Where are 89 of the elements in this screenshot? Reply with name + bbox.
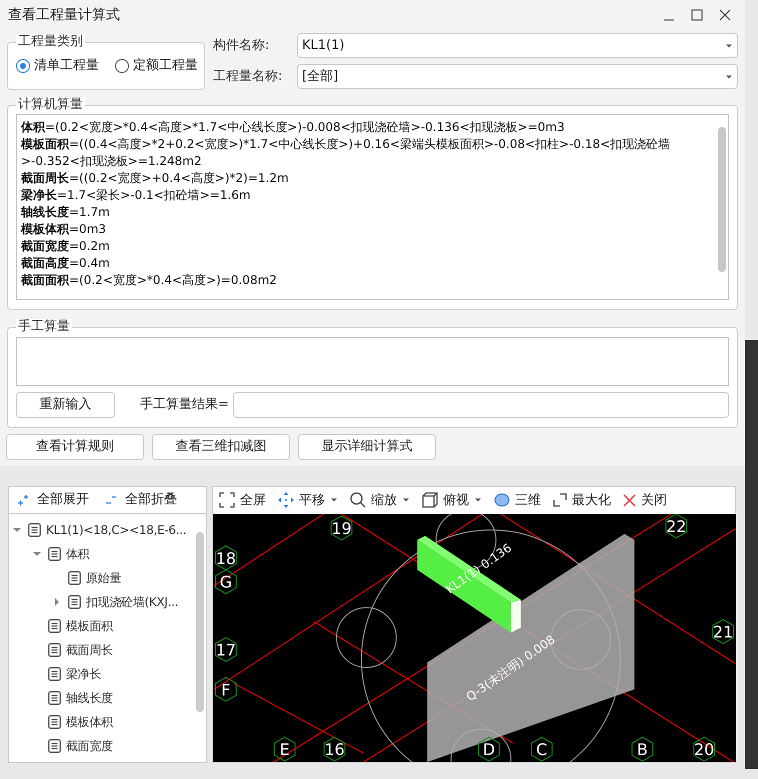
document-icon [28,523,41,537]
manual-input-box[interactable] [16,337,729,386]
toolbar-button[interactable]: 俯视 [422,490,482,510]
group-title: 手工算量 [16,319,72,335]
axis-marker: D [478,736,500,762]
radio-label: 清单工程量 [34,57,99,76]
axis-marker: 17 [215,636,237,662]
tree-item[interactable]: 原始量 [86,569,122,587]
formula-line: 模板面积=((0.4<高度>*2+0.2<宽度>)*1.7<中心线长度>)+0.16<梁端头模板面积>-0.08<扣柱>-0.18<扣现浇砼墙>-0.352<扣现浇板>=1.248m2 [21,136,672,170]
tree-item[interactable]: 梁净长 [66,665,102,683]
toolbar-button[interactable]: 最大化 [553,490,611,510]
toolbar-button[interactable]: 全部折叠 [105,490,177,510]
axis-marker: 20 [693,736,716,762]
radio-button[interactable] [16,59,30,73]
tree-item[interactable]: KL1(1)<18,C><18,E-6... [46,521,186,539]
axis-marker: G [215,569,237,594]
toolbar-button[interactable]: 缩放 [350,490,410,510]
maximize-icon [553,493,567,508]
document-icon [48,715,61,729]
formula-line: 截面周长=((0.2<宽度>+0.4<高度>)*2)=1.2m [21,170,290,187]
radio-label: 定额工程量 [133,57,198,76]
tree-item[interactable]: 截面宽度 [66,737,113,755]
tree-item[interactable]: 模板体积 [66,713,113,731]
expanded-arrow-icon[interactable] [33,550,41,558]
axis-marker: 16 [324,736,346,762]
action-button[interactable]: 查看三维扣减图 [152,434,290,460]
dropdown-field[interactable]: KL1(1) [297,33,738,58]
action-button[interactable]: 查看计算规则 [6,434,144,460]
result-label: 手工算量结果= [140,396,229,414]
document-icon [68,571,81,585]
fullscreen-icon [219,492,235,508]
axis-marker: C [530,736,553,762]
axis-marker: 19 [330,515,352,540]
tree-item[interactable]: 轴线长度 [66,689,113,707]
axis-marker: F [215,676,237,702]
caret-icon [725,42,733,48]
close-icon [719,9,731,21]
toolbar-button[interactable]: 关闭 [623,490,667,510]
axis-marker: 22 [665,514,688,538]
axis-marker: B [632,736,654,762]
formula-line: 体积=(0.2<宽度>*0.4<高度>*1.7<中心线长度>)-0.008<扣现浇砼墙>-0.136<扣现浇板>=0m3 [21,119,566,136]
axis-marker: 21 [712,618,734,644]
formula-line: 截面宽度=0.2m [21,238,111,255]
document-icon [48,547,61,561]
minus-icon [105,494,117,506]
tree-item[interactable]: 扣现浇砼墙(KXJ... [86,593,178,611]
tree-item[interactable]: 模板面积 [66,617,113,635]
radio-button[interactable] [115,59,129,73]
toolbar-button[interactable]: 全部展开 [17,490,89,510]
plus-icon [17,494,29,506]
group-title: 计算机算量 [16,97,85,113]
expanded-arrow-icon[interactable] [13,526,21,534]
move-arrows-icon [278,492,294,508]
formula-line: 轴线长度=1.7m [21,204,111,221]
field-label: 工程量名称: [213,68,284,86]
document-icon [48,643,61,657]
formula-line: 截面面积=(0.2<宽度>*0.4<高度>)=0.08m2 [21,272,278,289]
toolbar-button[interactable]: 三维 [494,490,541,510]
document-icon [48,619,61,633]
toolbar-button[interactable]: 全屏 [219,490,266,510]
formula-line: 梁净长=1.7<梁长>-0.1<扣砼墙>=1.6m [21,187,252,204]
caret-icon [725,74,733,80]
search-icon [350,492,366,508]
minimize-icon [663,19,675,21]
document-icon [48,667,61,681]
group-title: 工程量类别 [16,34,85,50]
document-icon [48,691,61,705]
formula-line: 截面高度=0.4m [21,255,111,272]
field-label: 构件名称: [213,36,270,55]
result-field[interactable] [232,392,729,418]
document-icon [68,595,81,609]
axis-marker: E [274,736,296,762]
formula-line: 模板体积=0m3 [21,221,108,238]
axis-marker: 18 [215,545,237,570]
collapsed-arrow-icon[interactable] [53,598,61,606]
window-title: 查看工程量计算式 [8,6,121,24]
tree-item[interactable]: 截面周长 [66,641,113,659]
tree-item[interactable]: 体积 [66,545,90,563]
dropdown-field[interactable]: [全部] [297,64,738,89]
action-button[interactable]: 显示详细计算式 [298,434,436,460]
toolbar-button[interactable]: 平移 [278,490,338,510]
close-icon [623,494,636,507]
scrollbar-thumb[interactable] [196,532,204,712]
reenter-button[interactable]: 重新输入 [16,392,115,418]
document-icon [48,739,61,753]
maximize-icon [691,9,703,21]
sphere-icon [494,492,510,508]
cube-icon [422,492,438,508]
scrollbar-thumb[interactable] [718,127,726,272]
